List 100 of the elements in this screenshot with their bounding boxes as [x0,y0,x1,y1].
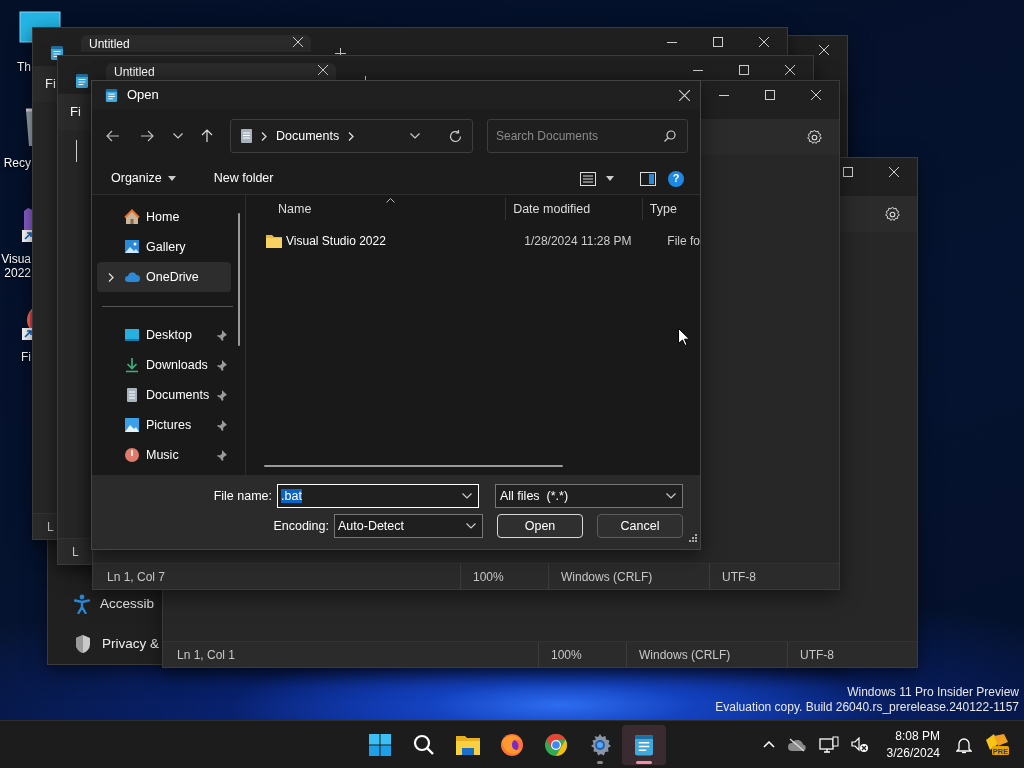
chevron-down-icon[interactable] [410,133,420,139]
status-text: Windows (CRLF) [561,568,653,586]
help-button[interactable]: ? [668,170,684,187]
preview-pane-icon[interactable] [640,171,656,186]
status-text: 100% [551,646,582,664]
notepad-icon [632,732,656,757]
dropdown-icon[interactable] [666,493,676,499]
pin-icon [217,329,227,341]
status-text: Ln 1, Col 1 [177,647,236,662]
watermark-text: Evaluation copy. Build 26040.rs_prerelease.240122-1157 [715,700,1019,715]
nav-item[interactable]: OneDrive [97,262,231,292]
maximize-icon[interactable] [713,37,723,47]
file-name-field[interactable]: .bat [277,484,479,508]
nav-item[interactable]: Pictures [97,410,231,440]
nav-item[interactable]: Downloads [97,350,231,380]
minimize-icon[interactable] [719,94,729,96]
nav-item[interactable]: Documents [97,380,231,410]
column-header[interactable]: Date modified [513,199,591,219]
column-header[interactable]: Name [278,199,312,219]
dialog-button[interactable]: Open [497,514,583,538]
nav-item[interactable]: Desktop [97,320,231,350]
icon-label: Visua [0,252,31,266]
file-name-cell[interactable]: Visual Studio 2022 [286,232,386,250]
monitor-icon [124,327,140,343]
file-type-dropdown[interactable]: All files (*.*) [495,484,683,508]
nav-item[interactable]: Gallery [97,232,231,262]
forward-icon[interactable] [140,130,154,142]
column-header[interactable]: Type [649,199,677,219]
refresh-icon[interactable] [449,129,462,143]
status-text: 100% [473,568,504,586]
close-icon[interactable] [811,90,821,100]
close-icon[interactable] [785,65,795,75]
close-icon[interactable] [293,37,303,47]
folder-icon [266,234,282,248]
organize-button[interactable]: Organize [104,165,183,192]
icon-label: 2022 [3,266,31,280]
settings-icon[interactable] [884,206,901,224]
document-icon [241,129,252,143]
maximize-icon[interactable] [765,90,775,100]
encoding-dropdown[interactable]: Auto-Detect [334,514,483,538]
minimize-icon[interactable] [693,69,703,71]
menu-item[interactable]: Fi [45,74,56,94]
scrollbar-thumb[interactable] [238,213,240,346]
caret-icon [606,176,614,181]
start-icon[interactable] [368,732,392,757]
menu-item[interactable]: Fi [70,102,81,122]
close-icon[interactable] [318,65,328,75]
search-icon[interactable] [664,130,676,142]
nav-item[interactable]: Music [97,440,231,470]
person-icon [74,594,90,614]
close-icon[interactable] [889,167,899,177]
dropdown-icon[interactable] [466,523,476,529]
icon-label: Th [16,60,31,74]
document-icon [124,387,140,403]
close-icon[interactable] [679,89,690,101]
maximize-icon[interactable] [843,167,853,177]
expand-chevron-icon[interactable] [108,272,114,282]
cloud-icon [124,269,140,285]
maximize-icon[interactable] [739,65,749,75]
clock[interactable]: 8:08 PM 3/26/2024 [886,727,940,762]
date-cell-text: 1/28/2024 11:28 PM [524,233,632,250]
folder-icon[interactable] [456,733,480,756]
chevron-down-icon[interactable] [173,133,183,139]
chevron-up-icon[interactable] [762,741,775,748]
notepad-icon [104,87,119,103]
search-field[interactable]: Search Documents [487,119,688,153]
field-label: Encoding: [273,517,329,535]
shield-icon [74,634,92,654]
chevron-right-icon [348,131,355,141]
search-icon[interactable] [413,733,435,756]
minimize-icon[interactable] [667,41,677,43]
new-folder-button[interactable]: New folder [206,165,281,192]
close-icon[interactable] [759,37,769,47]
dialog-button[interactable]: Cancel [597,514,683,538]
up-arrow-icon[interactable] [201,129,213,143]
bell-icon[interactable] [956,735,972,754]
document-tab[interactable]: Untitled [106,63,336,80]
cloud-off-icon[interactable] [786,737,807,752]
field-label: File name: [213,487,272,505]
fox-browser-icon[interactable] [500,732,524,757]
close-icon[interactable] [819,45,829,55]
resize-grip-icon[interactable] [689,533,697,542]
settings-nav-item[interactable]: Accessib [100,593,155,615]
sort-caret-icon [385,198,395,203]
round-browser-icon[interactable] [544,732,568,757]
pointer-icon [678,327,690,346]
breadcrumb-item[interactable]: Documents [276,126,340,146]
nav-item[interactable]: Home [97,202,231,232]
settings-nav-item[interactable]: Privacy & [102,633,159,655]
document-tab[interactable]: Untitled [81,35,311,52]
scrollbar-thumb[interactable] [264,465,563,467]
pin-icon [217,389,227,401]
network-icon[interactable] [818,735,839,754]
settings-icon[interactable] [806,129,823,147]
back-icon[interactable] [106,130,120,142]
dropdown-icon[interactable] [462,493,472,499]
volume-muted-icon[interactable] [850,736,869,753]
gallery-icon [124,239,140,255]
view-list-icon[interactable] [580,171,596,186]
address-bar[interactable]: Documents [230,119,473,153]
